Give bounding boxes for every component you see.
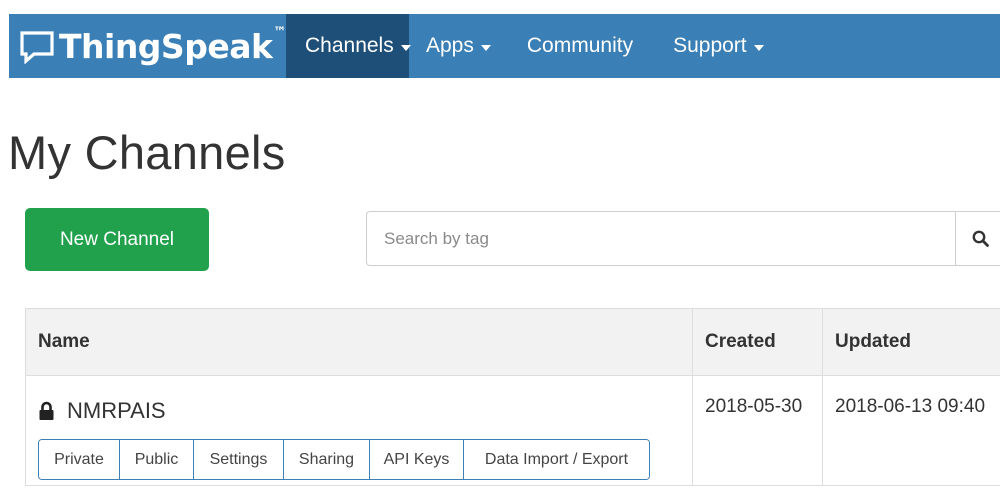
tag-search xyxy=(366,211,1000,266)
header-created[interactable]: Created xyxy=(692,308,823,376)
search-button[interactable] xyxy=(955,211,1000,266)
new-channel-button[interactable]: New Channel xyxy=(25,208,209,271)
channel-title: NMRPAIS xyxy=(38,398,692,424)
tab-settings[interactable]: Settings xyxy=(194,440,284,479)
nav-community[interactable]: Community xyxy=(513,14,652,78)
nav-apps-label: Apps xyxy=(426,34,474,57)
search-input[interactable] xyxy=(366,211,955,266)
tab-private[interactable]: Private xyxy=(39,440,120,479)
caret-down-icon xyxy=(480,44,491,51)
table-header-row: Name Created Updated xyxy=(25,308,1000,376)
nav-channels-label: Channels xyxy=(305,34,394,57)
updated-cell: 2018-06-13 09:40 xyxy=(822,375,1000,486)
nav-channels[interactable]: Channels xyxy=(286,14,411,78)
page-title: My Channels xyxy=(8,126,286,179)
tab-data-import-export[interactable]: Data Import / Export xyxy=(464,440,649,479)
caret-down-icon xyxy=(753,44,764,51)
lock-icon xyxy=(39,401,54,420)
tab-sharing[interactable]: Sharing xyxy=(284,440,370,479)
header-updated[interactable]: Updated xyxy=(822,308,1000,376)
brand-name: ThingSpeak™ xyxy=(59,24,286,66)
brand-logo[interactable]: ThingSpeak™ xyxy=(9,14,286,78)
nav-community-label: Community xyxy=(526,34,634,57)
table-row: NMRPAIS Private Public Settings Sharing … xyxy=(25,375,1000,486)
channel-tabs: Private Public Settings Sharing API Keys… xyxy=(38,439,650,480)
header-name[interactable]: Name xyxy=(25,308,693,376)
channel-name-link[interactable]: NMRPAIS xyxy=(67,398,166,424)
nav-support[interactable]: Support xyxy=(652,14,783,78)
nav-support-label: Support xyxy=(673,34,747,57)
tab-api-keys[interactable]: API Keys xyxy=(370,440,464,479)
top-navbar: ThingSpeak™ Channels Apps Community Supp… xyxy=(9,14,1000,78)
channel-name-cell: NMRPAIS Private Public Settings Sharing … xyxy=(25,375,693,486)
search-icon xyxy=(972,230,989,247)
nav-apps[interactable]: Apps xyxy=(409,14,513,78)
channels-table: Name Created Updated NMRPAIS Private Pub… xyxy=(25,308,1000,486)
created-cell: 2018-05-30 xyxy=(692,375,823,486)
tab-public[interactable]: Public xyxy=(120,440,194,479)
chat-bubble-icon xyxy=(20,31,54,64)
